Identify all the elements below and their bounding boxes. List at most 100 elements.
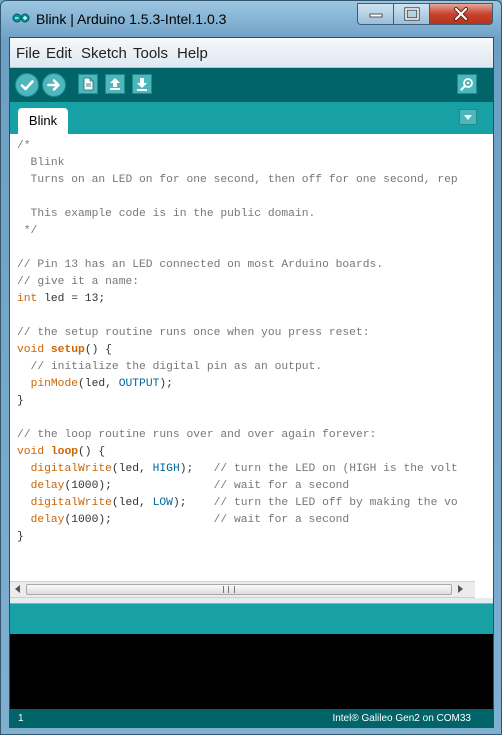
code-line[interactable]: */ bbox=[17, 223, 458, 240]
code-token: // give it a name: bbox=[17, 276, 140, 288]
code-token: (led, bbox=[111, 497, 153, 509]
code-token: This example code is in the public domai… bbox=[17, 208, 316, 220]
maximize-icon bbox=[403, 7, 420, 21]
upload-arrow-icon bbox=[47, 79, 60, 91]
horizontal-scrollbar[interactable] bbox=[10, 581, 493, 598]
code-token: // wait for a second bbox=[213, 480, 350, 492]
save-button[interactable] bbox=[132, 74, 152, 94]
code-token: digitalWrite bbox=[30, 497, 112, 509]
upload-button[interactable] bbox=[42, 73, 66, 97]
code-token: void bbox=[17, 446, 45, 458]
code-line[interactable]: /* bbox=[17, 138, 458, 155]
code-token: (led, bbox=[111, 463, 153, 475]
window-title: Blink | Arduino 1.5.3-Intel.1.0.3 bbox=[36, 11, 227, 27]
code-token: (led, bbox=[78, 378, 119, 390]
code-token: // initialize the digital pin as an outp… bbox=[17, 361, 323, 373]
code-line[interactable]: delay(1000); // wait for a second bbox=[17, 478, 458, 495]
title-bar[interactable]: Blink | Arduino 1.5.3-Intel.1.0.3 bbox=[1, 1, 501, 37]
close-button[interactable] bbox=[429, 3, 493, 25]
status-bar: 1 Intel® Galileo Gen2 on COM33 bbox=[10, 709, 493, 727]
code-line[interactable]: } bbox=[17, 529, 458, 546]
ide-client-area: File Edit Sketch Tools Help Blink /* Bli… bbox=[9, 37, 494, 728]
code-line[interactable]: ​ bbox=[17, 308, 458, 325]
code-line[interactable]: // initialize the digital pin as an outp… bbox=[17, 359, 458, 376]
code-token: () { bbox=[84, 344, 112, 356]
horizontal-scroll-thumb[interactable] bbox=[26, 584, 452, 595]
code-token: ); bbox=[159, 378, 173, 390]
save-down-arrow-icon bbox=[137, 78, 147, 91]
code-line[interactable]: This example code is in the public domai… bbox=[17, 206, 458, 223]
menu-file[interactable]: File bbox=[16, 45, 40, 62]
code-token: ); bbox=[172, 497, 214, 509]
code-line[interactable]: } bbox=[17, 393, 458, 410]
maximize-button[interactable] bbox=[393, 3, 430, 25]
code-token: (1000); bbox=[64, 514, 214, 526]
code-editor[interactable]: /* Blink Turns on an LED on for one seco… bbox=[10, 134, 493, 581]
code-token: // Pin 13 has an LED connected on most A… bbox=[17, 259, 384, 271]
code-line[interactable]: void setup() { bbox=[17, 342, 458, 359]
code-line[interactable]: // Pin 13 has an LED connected on most A… bbox=[17, 257, 458, 274]
code-line[interactable]: // the loop routine runs over and over a… bbox=[17, 427, 458, 444]
menu-bar: File Edit Sketch Tools Help bbox=[10, 38, 493, 68]
open-button[interactable] bbox=[105, 74, 125, 94]
code-token: /* bbox=[17, 140, 31, 152]
code-line[interactable]: void loop() { bbox=[17, 444, 458, 461]
tab-strip: Blink bbox=[10, 102, 493, 134]
code-line[interactable]: // give it a name: bbox=[17, 274, 458, 291]
verify-button[interactable] bbox=[15, 73, 39, 97]
code-line[interactable]: digitalWrite(led, LOW); // turn the LED … bbox=[17, 495, 458, 512]
code-token: } bbox=[17, 395, 24, 407]
new-sketch-button[interactable] bbox=[78, 74, 98, 94]
message-area bbox=[10, 604, 493, 634]
code-token: loop bbox=[50, 446, 79, 458]
code-token: pinMode bbox=[30, 378, 79, 390]
code-token: Turns on an LED on for one second, then … bbox=[17, 174, 458, 186]
close-icon bbox=[454, 7, 468, 21]
code-line[interactable]: pinMode(led, OUTPUT); bbox=[17, 376, 458, 393]
code-line[interactable]: ​ bbox=[17, 410, 458, 427]
source-code[interactable]: /* Blink Turns on an LED on for one seco… bbox=[17, 138, 458, 546]
code-token: Blink bbox=[17, 157, 65, 169]
code-token: void bbox=[17, 344, 45, 356]
scroll-right-arrow-icon[interactable] bbox=[458, 585, 463, 593]
code-token: OUTPUT bbox=[118, 378, 160, 390]
tab-menu-button[interactable] bbox=[459, 109, 477, 125]
code-token: // turn the LED on (HIGH is the volt bbox=[213, 463, 458, 475]
menu-sketch[interactable]: Sketch bbox=[81, 45, 127, 62]
tab-menu-down-arrow-icon bbox=[464, 115, 472, 120]
code-line[interactable]: digitalWrite(led, HIGH); // turn the LED… bbox=[17, 461, 458, 478]
code-line[interactable]: int led = 13; bbox=[17, 291, 458, 308]
menu-edit[interactable]: Edit bbox=[46, 45, 72, 62]
code-line[interactable]: delay(1000); // wait for a second bbox=[17, 512, 458, 529]
code-token: // turn the LED off by making the vo bbox=[213, 497, 458, 509]
code-token: */ bbox=[17, 225, 38, 237]
console-output[interactable] bbox=[10, 634, 493, 709]
code-token: setup bbox=[50, 344, 85, 356]
code-line[interactable]: // the setup routine runs once when you … bbox=[17, 325, 458, 342]
code-token: digitalWrite bbox=[30, 463, 112, 475]
code-token: led = 13; bbox=[37, 293, 106, 305]
serial-monitor-button[interactable] bbox=[457, 74, 477, 94]
tab-blink[interactable]: Blink bbox=[18, 108, 68, 134]
menu-tools[interactable]: Tools bbox=[133, 45, 168, 62]
code-token: // the loop routine runs over and over a… bbox=[17, 429, 377, 441]
verify-check-icon bbox=[20, 80, 34, 91]
line-number: 1 bbox=[18, 713, 24, 724]
minimize-button[interactable] bbox=[357, 3, 394, 25]
scroll-left-arrow-icon[interactable] bbox=[15, 585, 20, 593]
code-line[interactable]: Blink bbox=[17, 155, 458, 172]
code-line[interactable]: Turns on an LED on for one second, then … bbox=[17, 172, 458, 189]
menu-help[interactable]: Help bbox=[177, 45, 208, 62]
code-line[interactable]: ​ bbox=[17, 189, 458, 206]
scrollbar-corner bbox=[475, 581, 493, 598]
serial-monitor-magnifier-icon bbox=[460, 78, 473, 91]
code-line[interactable]: ​ bbox=[17, 240, 458, 257]
board-port-label: Intel® Galileo Gen2 on COM33 bbox=[332, 713, 471, 724]
code-token: LOW bbox=[152, 497, 173, 509]
